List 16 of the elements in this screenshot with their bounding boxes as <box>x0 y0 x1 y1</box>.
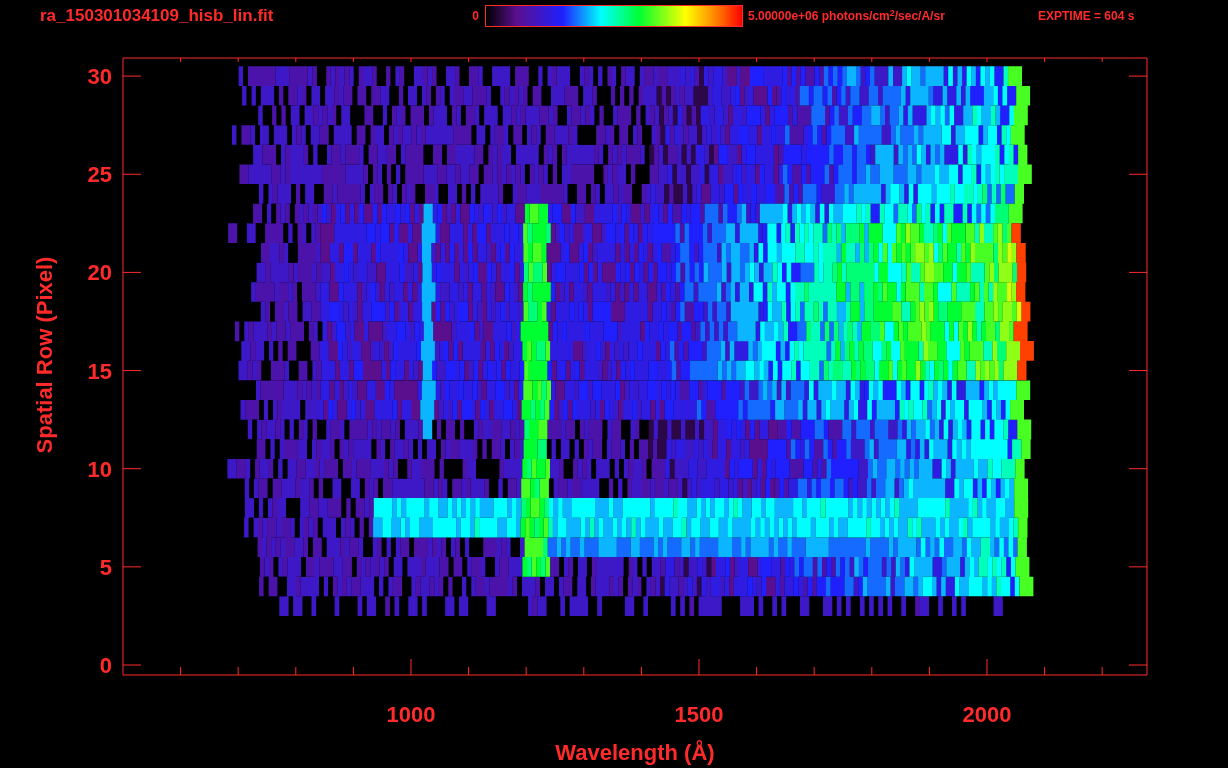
colorbar-max-label: 5.00000e+06 photons/cm$^{2}$/sec/A/sr <box>748 7 946 25</box>
x-tick-label: 2000 <box>962 702 1012 727</box>
y-tick-label: 5 <box>99 554 112 580</box>
x-tick-label: 1500 <box>674 702 724 727</box>
y-axis-label: Spatial Row (Pixel) <box>32 256 57 454</box>
y-tick-label: 15 <box>87 358 112 384</box>
y-tick-label: 30 <box>87 64 112 90</box>
x-axis-label: Wavelength (Å) <box>555 740 715 765</box>
y-tick-label: 0 <box>99 653 112 678</box>
y-tick-label: 25 <box>87 162 112 188</box>
exposure-time: EXPTIME = 604 s <box>1038 8 1135 25</box>
x-tick-label: 1000 <box>386 702 436 727</box>
y-tick-label: 10 <box>87 456 112 482</box>
y-tick-label: 20 <box>87 260 112 286</box>
colorbar-min-label: 0 <box>471 8 480 25</box>
file-title: ra_150301034109_hisb_lin.fit <box>40 5 275 28</box>
